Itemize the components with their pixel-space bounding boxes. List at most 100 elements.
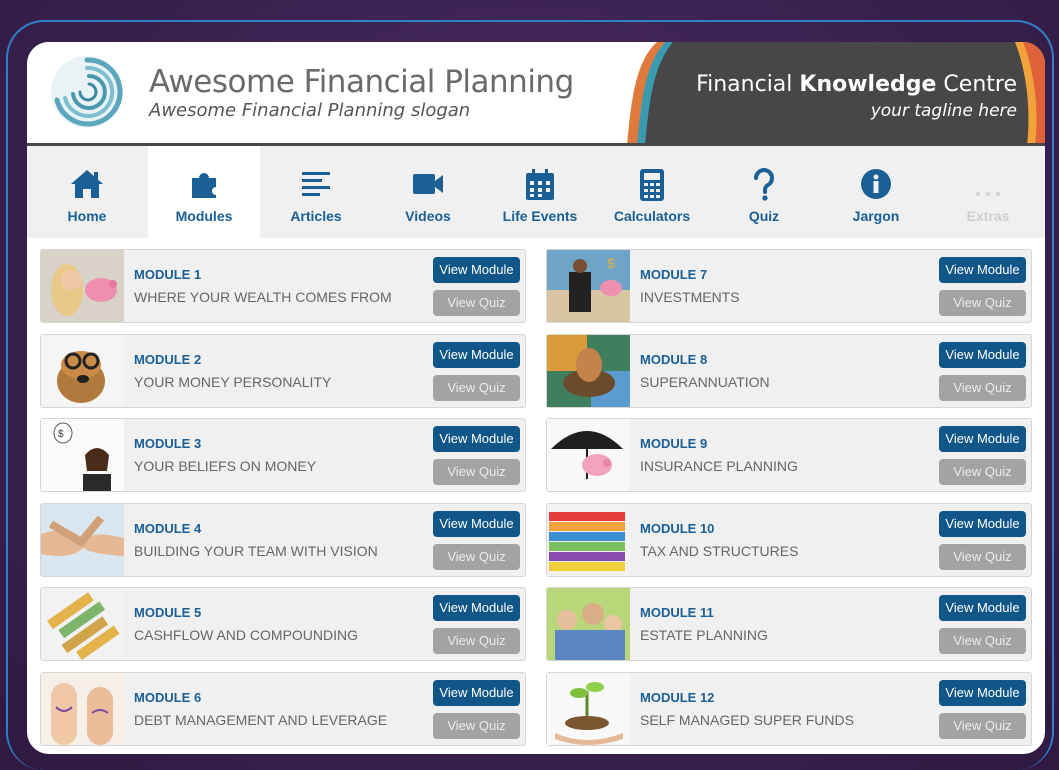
view-module-button[interactable]: View Module [433, 341, 520, 368]
module-thumbnail: $ [41, 419, 124, 491]
view-module-button[interactable]: View Module [433, 257, 520, 283]
question-icon [754, 168, 774, 201]
module-title: ESTATE PLANNING [640, 627, 768, 643]
module-number: MODULE 5 [134, 605, 202, 620]
view-module-button[interactable]: View Module [939, 510, 1026, 537]
nav-item-modules[interactable]: Modules [148, 146, 260, 238]
brand-slogan: Awesome Financial Planning slogan [149, 100, 471, 121]
nav-label-quiz: Quiz [748, 208, 780, 224]
nav-label-calculators: Calculators [613, 208, 691, 224]
module-number: MODULE 1 [134, 267, 202, 282]
view-module-button[interactable]: View Module [939, 679, 1026, 706]
fkc-title-suffix: Centre [936, 72, 1017, 97]
module-thumbnail [547, 503, 630, 576]
module-number: MODULE 3 [134, 436, 202, 451]
nav-label-articles: Articles [290, 208, 342, 224]
info-icon [861, 169, 891, 199]
module-card: MODULE 10 TAX AND STRUCTURES View Module Vi… [546, 502, 1032, 577]
nav-label-videos: Videos [405, 208, 451, 224]
nav-item-articles[interactable]: Articles [260, 146, 372, 238]
module-number: MODULE 8 [640, 351, 708, 367]
module-title: YOUR MONEY PERSONALITY [134, 373, 332, 390]
module-number: MODULE 12 [640, 689, 715, 705]
site-header: Awesome Financial Planning Awesome Finan… [27, 42, 1045, 146]
module-card: MODULE 8 SUPERANNUATION View Module View Qu… [546, 333, 1032, 408]
view-module-button[interactable]: View Module [433, 510, 520, 537]
module-title: SUPERANNUATION [640, 373, 770, 390]
view-quiz-button[interactable]: View Quiz [433, 374, 520, 401]
calendar-icon [526, 169, 554, 200]
fkc-tagline: your tagline here [870, 101, 1017, 121]
module-card: MODULE 2 YOUR MONEY PERSONALITY View Modul… [40, 333, 526, 408]
nav-item-home[interactable]: Home [31, 146, 143, 238]
module-number: MODULE 4 [134, 520, 202, 536]
module-title: WHERE YOUR WEALTH COMES FROM [134, 289, 392, 305]
view-quiz-button[interactable]: View Quiz [939, 374, 1026, 401]
module-thumbnail: $ [547, 250, 630, 322]
nav-item-life-events[interactable]: Life Events [484, 146, 596, 238]
module-number: MODULE 6 [134, 689, 202, 705]
fkc-title-bold: Knowledge [799, 72, 937, 97]
module-number: MODULE 7 [640, 267, 708, 282]
view-quiz-button[interactable]: View Quiz [939, 712, 1026, 739]
module-card: MODULE 4 BUILDING YOUR TEAM WITH VISION Vi… [40, 502, 526, 577]
nav-label-modules: Modules [175, 208, 233, 224]
module-thumbnail [547, 334, 630, 407]
module-title: INSURANCE PLANNING [640, 458, 798, 474]
view-quiz-button[interactable]: View Quiz [939, 290, 1026, 316]
module-thumbnail [41, 250, 124, 322]
view-module-button[interactable]: View Module [939, 341, 1026, 368]
module-thumbnail [41, 503, 124, 576]
view-quiz-button[interactable]: View Quiz [433, 543, 520, 570]
module-number: MODULE 2 [134, 351, 202, 367]
module-card: $ MODULE 3 YOUR BELIEFS ON MONEY View Modul… [40, 418, 526, 492]
fkc-title-prefix: Financial [696, 72, 800, 97]
view-quiz-button[interactable]: View Quiz [433, 628, 520, 654]
view-module-button[interactable]: View Module [433, 679, 520, 706]
svg-text:$: $ [607, 255, 615, 271]
module-thumbnail [41, 588, 124, 660]
svg-text:$: $ [58, 429, 64, 440]
module-title: BUILDING YOUR TEAM WITH VISION [134, 542, 378, 559]
brand-title: Awesome Financial Planning [149, 64, 574, 100]
module-title: CASHFLOW AND COMPOUNDING [134, 627, 359, 643]
puzzle-icon [192, 173, 216, 198]
nav-label-extras: Extras [966, 208, 1010, 224]
module-thumbnail [41, 672, 124, 745]
nav-item-jargon[interactable]: Jargon [820, 146, 932, 238]
view-module-button[interactable]: View Module [939, 426, 1026, 452]
nav-item-extras[interactable]: Extras [932, 146, 1044, 238]
view-quiz-button[interactable]: View Quiz [433, 459, 520, 485]
module-title: YOUR BELIEFS ON MONEY [134, 458, 317, 474]
module-card: MODULE 11 ESTATE PLANNING View Module View … [546, 587, 1032, 661]
fkc-title: Financial Knowledge Centre [696, 72, 1017, 97]
nav-label-home: Home [67, 208, 107, 224]
nav-item-calculators[interactable]: Calculators [596, 146, 708, 238]
view-quiz-button[interactable]: View Quiz [433, 712, 520, 739]
video-camera-icon [413, 174, 443, 194]
view-module-button[interactable]: View Module [433, 595, 520, 621]
app-window: Awesome Financial Planning Awesome Finan… [27, 42, 1045, 754]
view-module-button[interactable]: View Module [939, 595, 1026, 621]
module-thumbnail [547, 419, 630, 491]
module-card: MODULE 9 INSURANCE PLANNING View Module Vie… [546, 418, 1032, 492]
module-title: SELF MANAGED SUPER FUNDS [640, 711, 854, 728]
nav-label-life-events: Life Events [502, 208, 578, 224]
module-card: MODULE 5 CASHFLOW AND COMPOUNDING View Mod… [40, 587, 526, 661]
view-module-button[interactable]: View Module [939, 257, 1026, 283]
module-thumbnail [547, 672, 630, 745]
module-card: $ MODULE 7 INVESTMENTS View Module View Quiz [546, 249, 1032, 323]
module-thumbnail [41, 334, 124, 407]
view-quiz-button[interactable]: View Quiz [939, 543, 1026, 570]
view-quiz-button[interactable]: View Quiz [939, 459, 1026, 485]
view-module-button[interactable]: View Module [433, 426, 520, 452]
articles-icon [302, 172, 330, 196]
home-icon [71, 170, 103, 198]
module-card: MODULE 1 WHERE YOUR WEALTH COMES FROM View… [40, 249, 526, 323]
view-quiz-button[interactable]: View Quiz [433, 290, 520, 316]
view-quiz-button[interactable]: View Quiz [939, 628, 1026, 654]
module-title: DEBT MANAGEMENT AND LEVERAGE [134, 711, 388, 728]
nav-item-quiz[interactable]: Quiz [708, 146, 820, 238]
nav-item-videos[interactable]: Videos [372, 146, 484, 238]
main-nav: Home Modules Articles Videos Life Events… [27, 146, 1045, 238]
